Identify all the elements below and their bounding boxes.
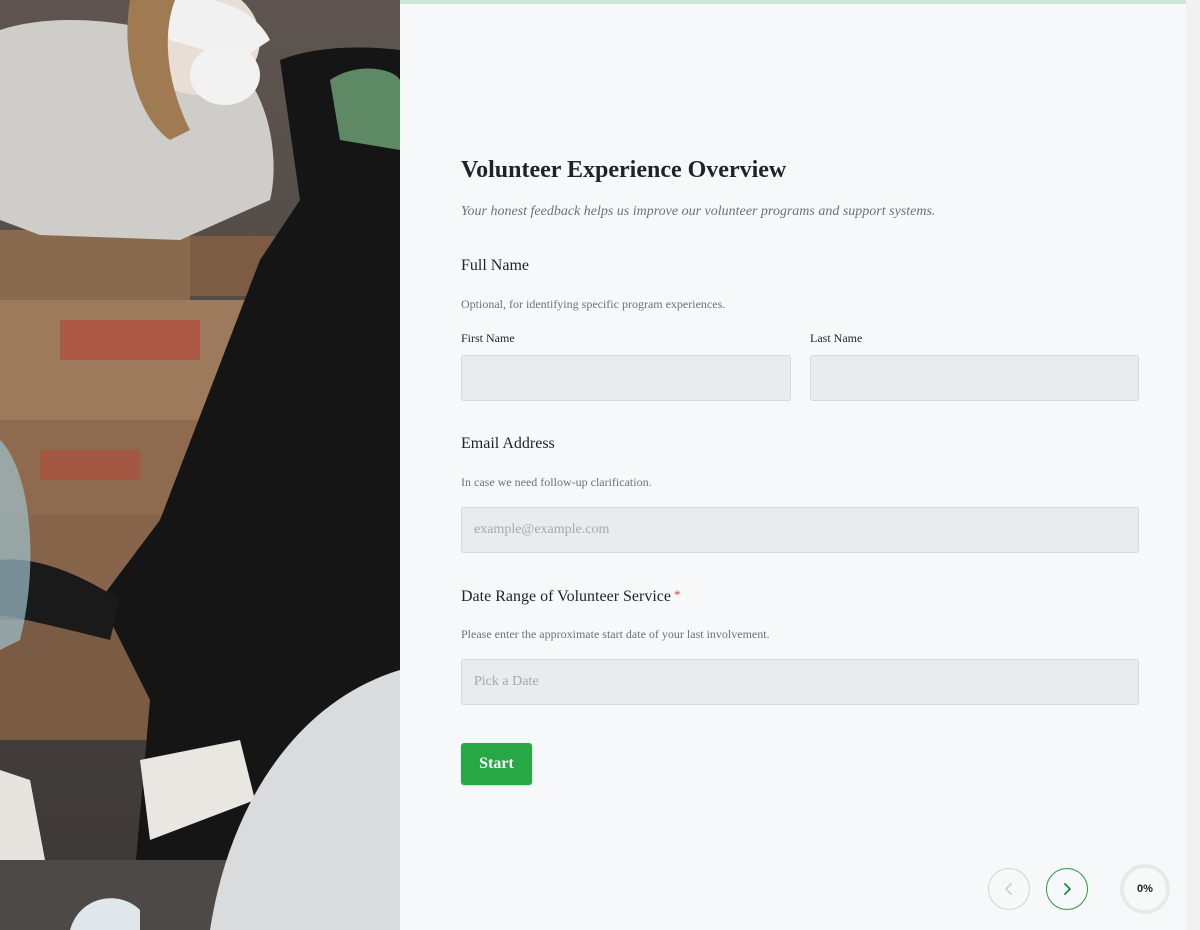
- progress-label: 0%: [1137, 883, 1153, 895]
- date-range-label-text: Date Range of Volunteer Service: [461, 588, 672, 605]
- progress-indicator: 0%: [1120, 864, 1170, 914]
- form-subtitle: Your honest feedback helps us improve ou…: [461, 204, 936, 219]
- full-name-description: Optional, for identifying specific progr…: [461, 297, 726, 311]
- required-marker: *: [674, 587, 681, 602]
- date-picker-input[interactable]: [461, 659, 1139, 705]
- start-button[interactable]: Start: [461, 743, 532, 785]
- full-name-label: Full Name: [461, 257, 529, 274]
- date-range-label: Date Range of Volunteer Service *: [461, 587, 681, 606]
- chevron-left-icon: [1005, 883, 1012, 895]
- scrollbar[interactable]: [1186, 0, 1200, 930]
- next-button[interactable]: [1046, 868, 1088, 910]
- form-title: Volunteer Experience Overview: [461, 157, 787, 183]
- first-name-input[interactable]: [461, 355, 791, 401]
- email-label: Email Address: [461, 435, 555, 452]
- volunteer-photo: [0, 0, 400, 930]
- last-name-input[interactable]: [810, 355, 1139, 401]
- previous-button[interactable]: [988, 868, 1030, 910]
- email-input[interactable]: [461, 507, 1139, 553]
- date-range-description: Please enter the approximate start date …: [461, 627, 770, 641]
- email-description: In case we need follow-up clarification.: [461, 475, 652, 489]
- chevron-right-icon: [1064, 883, 1071, 895]
- last-name-label: Last Name: [810, 331, 863, 345]
- first-name-label: First Name: [461, 331, 515, 345]
